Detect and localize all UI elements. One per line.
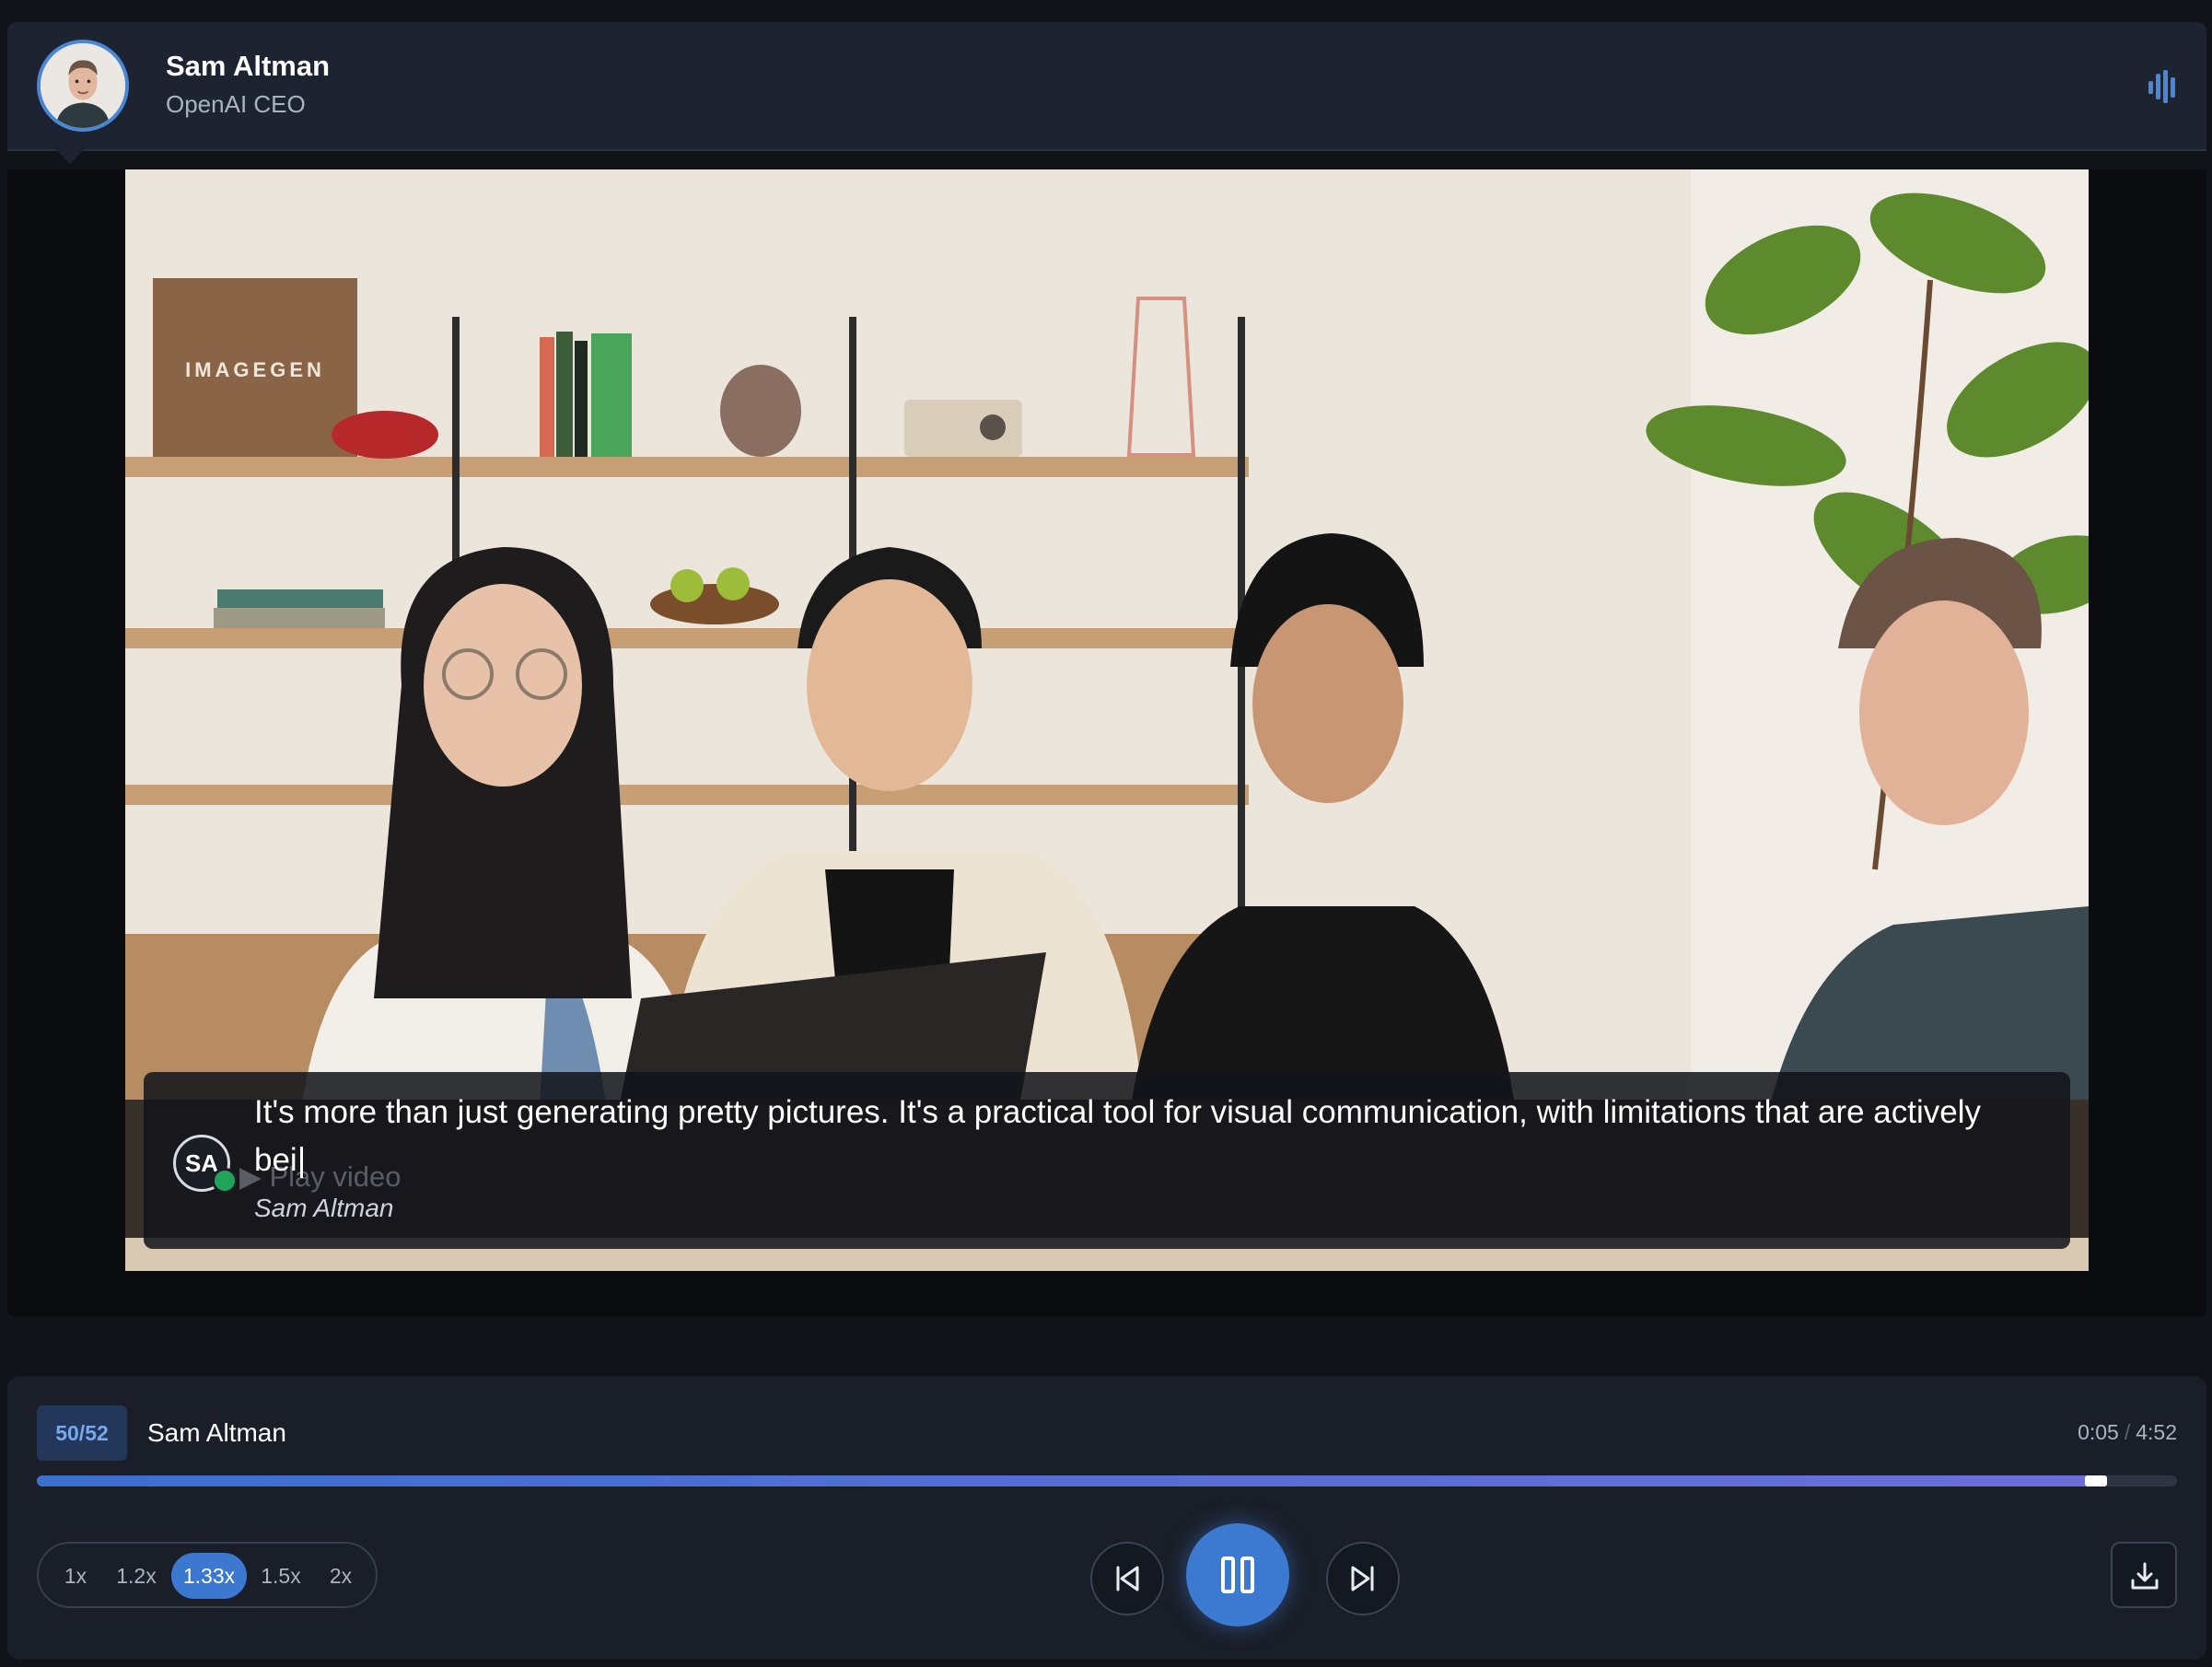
skip-previous-icon: [1116, 1566, 1139, 1591]
audio-wave-icon[interactable]: [2148, 68, 2175, 105]
skip-next-icon: [1351, 1566, 1374, 1591]
pause-icon: [1221, 1556, 1254, 1593]
next-button[interactable]: [1326, 1542, 1400, 1615]
download-icon: [2131, 1562, 2159, 1590]
live-status-dot: [212, 1168, 238, 1194]
avatar-pointer: [53, 147, 87, 164]
caption-text-block: It's more than just generating pretty pi…: [254, 1089, 2004, 1184]
time-display: 0:05/4:52: [2078, 1420, 2177, 1445]
speaker-avatar[interactable]: [37, 40, 129, 132]
caption-text: It's more than just generating pretty pi…: [254, 1094, 1982, 1178]
speed-2x[interactable]: 2x: [315, 1553, 367, 1599]
speaker-avatar-image: [41, 43, 125, 128]
time-current: 0:05: [2078, 1420, 2119, 1444]
player-speaker-name: Sam Altman: [147, 1418, 286, 1447]
download-button[interactable]: [2111, 1542, 2177, 1608]
speed-1-2x[interactable]: 1.2x: [107, 1553, 166, 1599]
caption-overlay: SA ▶ Play video It's more than just gene…: [144, 1072, 2070, 1249]
speaker-header: Sam Altman OpenAI CEO: [7, 22, 2206, 151]
speaker-role: OpenAI CEO: [166, 90, 306, 118]
caption-speaker: Sam Altman: [254, 1194, 394, 1222]
progress-bar[interactable]: [37, 1475, 2177, 1486]
speed-1-5x[interactable]: 1.5x: [250, 1553, 311, 1599]
speed-1x[interactable]: 1x: [50, 1553, 101, 1599]
playback-speed-selector: 1x 1.2x 1.33x 1.5x 2x: [37, 1542, 378, 1608]
speed-1-33x[interactable]: 1.33x: [171, 1553, 247, 1599]
player-controls: 50/52 Sam Altman 0:05/4:52 1x 1.2x 1.33x…: [7, 1376, 2206, 1660]
progress-fill: [37, 1475, 2096, 1486]
time-separator: /: [2124, 1420, 2131, 1444]
speaker-name: Sam Altman: [166, 50, 331, 82]
video-container: IMAGEGEN SA ▶ Play video It's more than …: [7, 169, 2206, 1317]
imagegen-sign-text: IMAGEGEN: [185, 358, 325, 381]
video-frame[interactable]: IMAGEGEN SA ▶ Play video It's more than …: [125, 169, 2089, 1271]
typing-cursor: [299, 1146, 303, 1178]
segment-counter: 50/52: [37, 1405, 127, 1461]
progress-thumb[interactable]: [2084, 1475, 2107, 1486]
time-total: 4:52: [2136, 1420, 2177, 1444]
previous-button[interactable]: [1090, 1542, 1164, 1615]
pause-button[interactable]: [1186, 1523, 1289, 1626]
